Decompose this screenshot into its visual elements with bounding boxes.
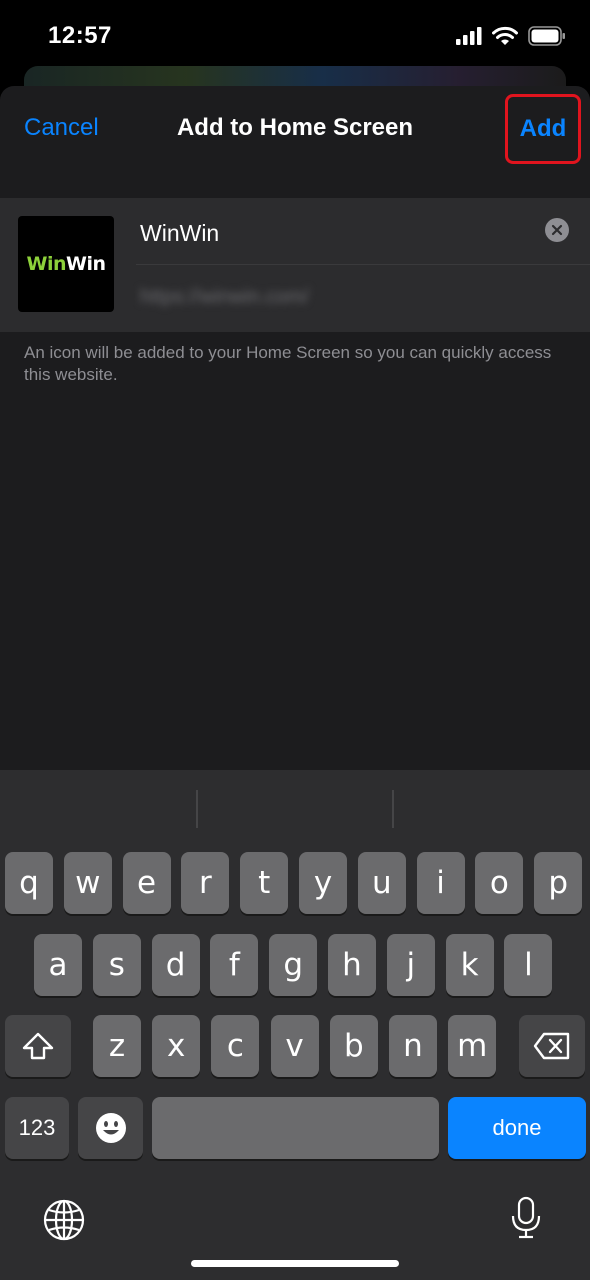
key-i[interactable]: i — [416, 852, 465, 914]
add-button[interactable]: Add — [505, 94, 581, 164]
navigation-bar: Cancel Add to Home Screen Add — [0, 86, 590, 176]
battery-icon — [528, 26, 565, 46]
key-j[interactable]: j — [386, 934, 435, 996]
status-time: 12:57 — [48, 22, 112, 49]
key-q[interactable]: q — [5, 852, 53, 914]
key-u[interactable]: u — [357, 852, 406, 914]
home-indicator — [191, 1260, 399, 1267]
done-key[interactable]: done — [448, 1097, 586, 1159]
key-r[interactable]: r — [181, 852, 230, 914]
logo-text-green: Win — [26, 253, 67, 275]
key-e[interactable]: e — [122, 852, 171, 914]
key-z[interactable]: z — [93, 1015, 141, 1077]
keyboard: qwertyuiop asdfghjkl zxcvbnm 123 done — [0, 770, 590, 1280]
shift-icon — [22, 1032, 54, 1060]
key-d[interactable]: d — [151, 934, 200, 996]
name-input[interactable]: WinWin — [140, 220, 219, 247]
space-key[interactable] — [152, 1097, 439, 1159]
emoji-icon — [95, 1113, 126, 1143]
sheet-title: Add to Home Screen — [176, 114, 414, 141]
key-m[interactable]: m — [448, 1015, 497, 1077]
key-w[interactable]: w — [63, 852, 112, 914]
key-g[interactable]: g — [269, 934, 318, 996]
microphone-icon[interactable] — [510, 1196, 542, 1240]
status-icons — [456, 26, 566, 46]
field-divider — [136, 264, 590, 265]
shift-key[interactable] — [5, 1015, 71, 1077]
numbers-key[interactable]: 123 — [5, 1097, 69, 1159]
bookmark-card: Win Win WinWin https://winwin.com/ — [0, 198, 590, 332]
key-l[interactable]: l — [504, 934, 553, 996]
key-y[interactable]: y — [299, 852, 347, 914]
key-v[interactable]: v — [270, 1015, 319, 1077]
key-c[interactable]: c — [211, 1015, 260, 1077]
key-p[interactable]: p — [534, 852, 583, 914]
clear-icon[interactable] — [545, 218, 569, 242]
backspace-key[interactable] — [519, 1015, 585, 1077]
key-k[interactable]: k — [445, 934, 494, 996]
cellular-signal-icon — [456, 27, 482, 45]
add-button-label: Add — [519, 115, 567, 142]
key-x[interactable]: x — [152, 1015, 201, 1077]
key-b[interactable]: b — [329, 1015, 378, 1077]
url-field: https://winwin.com/ — [140, 286, 309, 308]
key-f[interactable]: f — [210, 934, 259, 996]
suggestion-divider — [196, 790, 198, 828]
backspace-icon — [533, 1032, 570, 1060]
app-icon-preview: Win Win — [18, 216, 114, 312]
status-bar: 12:57 — [0, 0, 590, 70]
key-s[interactable]: s — [92, 934, 141, 996]
key-t[interactable]: t — [240, 852, 289, 914]
key-h[interactable]: h — [328, 934, 376, 996]
key-o[interactable]: o — [475, 852, 524, 914]
help-text: An icon will be added to your Home Scree… — [24, 343, 552, 384]
logo-text-white: Win — [66, 253, 106, 275]
key-a[interactable]: a — [34, 934, 82, 996]
wifi-icon — [492, 26, 518, 45]
globe-icon[interactable] — [42, 1198, 86, 1242]
emoji-key[interactable] — [78, 1097, 143, 1159]
suggestion-divider — [392, 790, 394, 828]
key-n[interactable]: n — [389, 1015, 437, 1077]
